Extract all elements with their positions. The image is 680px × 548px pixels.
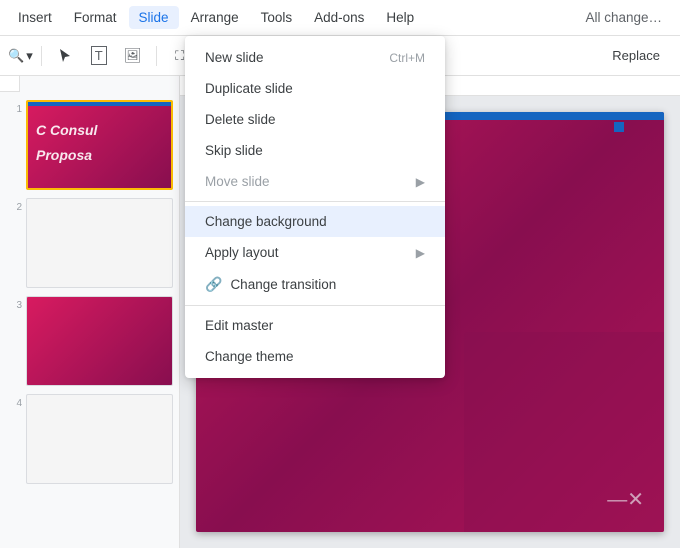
menu-item-delete-slide[interactable]: Delete slide: [185, 104, 445, 135]
text-tool[interactable]: T: [84, 41, 114, 71]
replace-button[interactable]: Replace: [600, 44, 672, 67]
change-background-label: Change background: [205, 214, 327, 229]
menu-item-edit-master[interactable]: Edit master: [185, 310, 445, 341]
menu-item-skip-slide[interactable]: Skip slide: [185, 135, 445, 166]
image-tool-icon: 🖼: [124, 47, 142, 64]
menu-help[interactable]: Help: [376, 6, 424, 29]
crop-icon: ⛶: [175, 48, 184, 64]
slide-thumbnail-2[interactable]: [26, 198, 173, 288]
slide-panel: 1 C Consul Proposa 2 3 4: [0, 76, 180, 548]
toolbar-divider-2: [156, 46, 157, 66]
image-tool[interactable]: 🖼: [118, 41, 148, 71]
menu-item-new-slide[interactable]: New slide Ctrl+M: [185, 42, 445, 73]
slide-dropdown-menu: New slide Ctrl+M Duplicate slide Delete …: [185, 36, 445, 378]
zoom-icon: 🔍: [8, 48, 24, 64]
menu-all-changes[interactable]: All change…: [575, 6, 672, 29]
slide-number-4: 4: [6, 394, 22, 409]
slide-row-4: 4: [0, 390, 179, 488]
menu-tools[interactable]: Tools: [251, 6, 303, 29]
menu-item-move-slide: Move slide ▶: [185, 166, 445, 197]
selection-handle: [614, 122, 624, 132]
cursor-icon: [57, 48, 73, 64]
slide-number-3: 3: [6, 296, 22, 311]
new-slide-shortcut: Ctrl+M: [389, 51, 425, 65]
move-slide-label: Move slide: [205, 174, 270, 189]
duplicate-slide-label: Duplicate slide: [205, 81, 293, 96]
new-slide-label: New slide: [205, 50, 264, 65]
slide-thumbnail-1[interactable]: C Consul Proposa: [26, 100, 173, 190]
slide-row-1: 1 C Consul Proposa: [0, 96, 179, 194]
menu-insert[interactable]: Insert: [8, 6, 62, 29]
menu-bar: Insert Format Slide Arrange Tools Add-on…: [0, 0, 680, 36]
change-theme-label: Change theme: [205, 349, 294, 364]
menu-item-duplicate-slide[interactable]: Duplicate slide: [185, 73, 445, 104]
slide-number-2: 2: [6, 198, 22, 213]
cursor-tool[interactable]: [50, 41, 80, 71]
slide-row-2: 2: [0, 194, 179, 292]
menu-format[interactable]: Format: [64, 6, 127, 29]
move-slide-arrow-icon: ▶: [416, 175, 425, 189]
slide-row-3: 3: [0, 292, 179, 390]
zoom-control[interactable]: 🔍 ▾: [8, 48, 33, 64]
text-tool-icon: T: [91, 46, 107, 65]
change-transition-label: Change transition: [230, 277, 336, 292]
menu-item-apply-layout[interactable]: Apply layout ▶: [185, 237, 445, 268]
slide-thumbnail-4[interactable]: [26, 394, 173, 484]
skip-slide-label: Skip slide: [205, 143, 263, 158]
toolbar-divider-1: [41, 46, 42, 66]
menu-slide[interactable]: Slide: [129, 6, 179, 29]
menu-item-change-transition[interactable]: 🔗 Change transition: [185, 268, 445, 301]
apply-layout-label: Apply layout: [205, 245, 279, 260]
zoom-arrow: ▾: [26, 48, 33, 64]
menu-separator-2: [185, 305, 445, 306]
slide-image-overlay: [464, 332, 664, 532]
transition-link-icon: 🔗: [205, 276, 222, 293]
delete-slide-label: Delete slide: [205, 112, 276, 127]
menu-addons[interactable]: Add-ons: [304, 6, 374, 29]
menu-arrange[interactable]: Arrange: [181, 6, 249, 29]
apply-layout-arrow-icon: ▶: [416, 246, 425, 260]
slide-thumbnail-3[interactable]: [26, 296, 173, 386]
slide-number-1: 1: [6, 100, 22, 115]
menu-item-change-theme[interactable]: Change theme: [185, 341, 445, 372]
edit-master-label: Edit master: [205, 318, 273, 333]
menu-separator-1: [185, 201, 445, 202]
menu-item-change-background[interactable]: Change background: [185, 206, 445, 237]
